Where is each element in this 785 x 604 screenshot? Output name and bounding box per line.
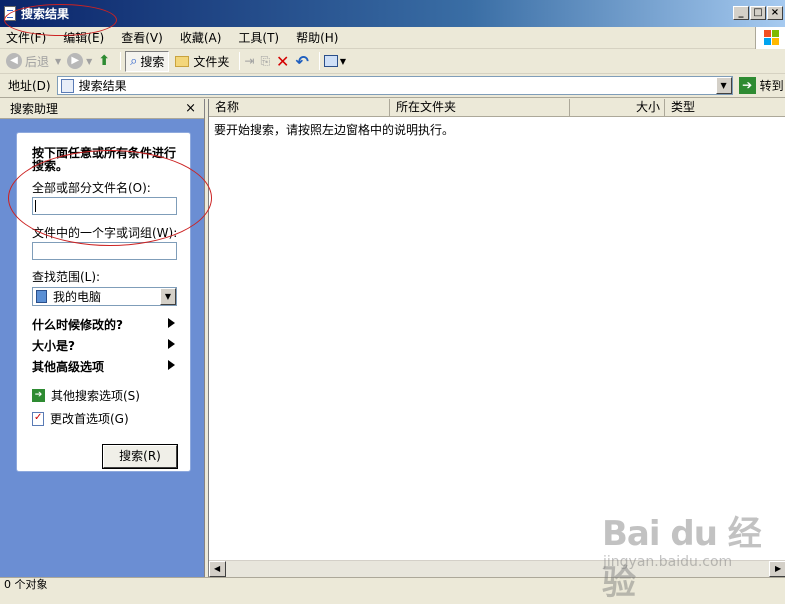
close-button[interactable]: × [767, 6, 783, 20]
change-preferences-link[interactable]: 更改首选项(G) [32, 410, 190, 427]
expand-arrow-icon [168, 339, 175, 349]
column-header-name[interactable]: 名称 [209, 99, 390, 117]
search-toolbar-button[interactable]: ⌕ 搜索 [125, 50, 170, 72]
toolbar-separator [239, 52, 241, 70]
copy-to-icon: ⎘ [260, 53, 271, 68]
column-header-folder[interactable]: 所在文件夹 [390, 99, 570, 117]
address-bar: 地址(D) 搜索结果 ▼ ➔ 转到 [0, 74, 785, 98]
back-button[interactable]: ◀ 后退 ▼ [6, 53, 61, 70]
windows-logo-icon [755, 27, 785, 49]
phrase-label: 文件中的一个字或词组(W): [32, 226, 178, 240]
forward-dropdown-icon[interactable]: ▼ [86, 57, 92, 66]
empty-results-message: 要开始搜索，请按照左边窗格中的说明执行。 [214, 123, 455, 137]
copy-to-button[interactable]: ⎘ [260, 54, 270, 69]
folders-button[interactable]: 文件夹 [175, 53, 229, 70]
expand-arrow-icon [168, 318, 175, 328]
search-criteria-card: 按下面任意或所有条件进行搜索。 全部或部分文件名(O): 文件中的一个字或词组(… [16, 132, 191, 472]
when-modified-expander[interactable]: 什么时候修改的? [32, 316, 175, 333]
menu-bar: 文件(F) 编辑(E) 查看(V) 收藏(A) 工具(T) 帮助(H) [0, 27, 785, 49]
menu-file[interactable]: 文件(F) [6, 29, 46, 46]
search-pane-title: 搜索助理 [10, 102, 59, 116]
pane-close-icon[interactable]: × [185, 101, 196, 116]
lookin-dropdown-button[interactable]: ▼ [160, 288, 176, 305]
undo-button[interactable]: ↶ [295, 52, 308, 71]
filename-input[interactable] [32, 197, 177, 215]
menu-view[interactable]: 查看(V) [121, 29, 163, 46]
folder-icon [175, 55, 190, 67]
menu-favorites[interactable]: 收藏(A) [180, 29, 222, 46]
lookin-value: 我的电脑 [53, 290, 102, 304]
search-button[interactable]: 搜索(R) [103, 445, 177, 468]
text-caret [35, 200, 36, 212]
address-input[interactable]: 搜索结果 ▼ [56, 76, 733, 95]
menu-edit[interactable]: 编辑(E) [63, 29, 104, 46]
minimize-button[interactable]: _ [733, 6, 749, 20]
magnifier-icon: ⌕ [130, 53, 138, 69]
watermark-url: jingyan.baidu.com [603, 554, 733, 570]
green-arrow-icon: ➔ [32, 389, 45, 402]
go-button-label[interactable]: 转到 [760, 77, 784, 94]
status-text: 0 个对象 [4, 578, 48, 591]
menu-help[interactable]: 帮助(H) [296, 29, 338, 46]
scroll-left-button[interactable]: ◀ [209, 561, 226, 577]
lookin-label: 查找范围(L): [32, 270, 101, 284]
standard-toolbar: ◀ 后退 ▼ ▶ ▼ ⬆ ⌕ 搜索 文件夹 ⇥ ⎘ ✕ ↶ ▼ [0, 49, 785, 74]
move-to-button[interactable]: ⇥ [244, 54, 254, 68]
filename-label: 全部或部分文件名(O): [32, 181, 151, 195]
column-header-size[interactable]: 大小 [570, 99, 665, 117]
forward-button[interactable]: ▶ ▼ [67, 53, 92, 69]
menu-tools[interactable]: 工具(T) [238, 29, 279, 46]
search-instruction: 按下面任意或所有条件进行搜索。 [32, 146, 177, 173]
views-button[interactable]: ▼ [323, 55, 347, 67]
advanced-options-expander[interactable]: 其他高级选项 [32, 358, 175, 375]
back-arrow-icon: ◀ [6, 53, 22, 69]
views-icon [323, 55, 338, 67]
up-folder-button[interactable]: ⬆ [98, 53, 110, 69]
go-arrow-icon[interactable]: ➔ [738, 77, 756, 94]
address-label: 地址(D) [8, 79, 51, 93]
scroll-left-icon: ◀ [214, 564, 221, 573]
search-results-icon [4, 6, 16, 21]
other-search-options-link[interactable]: ➔ 其他搜索选项(S) [32, 387, 190, 404]
search-assistant-pane: 搜索助理 × 按下面任意或所有条件进行搜索。 全部或部分文件名(O): 文件中的… [0, 99, 205, 577]
search-pane-header: 搜索助理 × [0, 99, 204, 119]
toolbar-separator [318, 52, 320, 70]
undo-icon: ↶ [295, 51, 309, 71]
phrase-input[interactable] [32, 242, 177, 260]
preferences-doc-icon [32, 411, 44, 426]
search-results-icon [60, 78, 74, 93]
forward-arrow-icon: ▶ [67, 53, 84, 69]
expand-arrow-icon [168, 360, 175, 370]
window-title: 搜索结果 [21, 7, 70, 21]
address-dropdown-button[interactable]: ▼ [715, 77, 732, 94]
toolbar-separator [120, 52, 122, 70]
move-to-icon: ⇥ [244, 54, 255, 68]
window-controls: _ □ × [733, 6, 783, 20]
address-value: 搜索结果 [78, 79, 127, 93]
views-dropdown-icon: ▼ [339, 56, 347, 66]
size-expander[interactable]: 大小是? [32, 337, 175, 354]
maximize-button[interactable]: □ [750, 6, 766, 20]
up-arrow-icon: ⬆ [98, 53, 111, 69]
delete-x-icon: ✕ [276, 51, 290, 71]
title-bar: 搜索结果 _ □ × [0, 0, 785, 27]
lookin-select[interactable]: 我的电脑 ▼ [32, 287, 177, 306]
column-header-type[interactable]: 类型 [665, 99, 785, 117]
delete-button[interactable]: ✕ [276, 52, 289, 71]
my-computer-icon [36, 290, 47, 303]
back-dropdown-icon[interactable]: ▼ [55, 57, 61, 66]
